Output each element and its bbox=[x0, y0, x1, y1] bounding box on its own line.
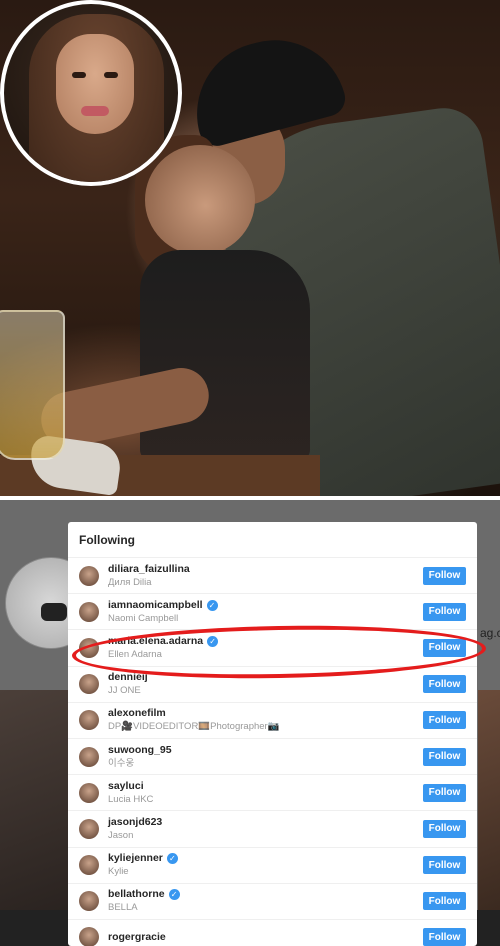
username-text[interactable]: bellathorne bbox=[108, 888, 165, 901]
username-link[interactable]: iamnaomicampbell ✓ bbox=[108, 599, 218, 612]
user-avatar[interactable] bbox=[79, 674, 99, 695]
couple-photo bbox=[0, 0, 500, 496]
follow-button[interactable]: Follow bbox=[423, 819, 466, 838]
verified-badge-icon: ✓ bbox=[166, 853, 178, 865]
user-avatar[interactable] bbox=[79, 891, 99, 912]
follow-button[interactable]: Follow bbox=[423, 892, 466, 911]
user-meta: iamnaomicampbell ✓ Naomi Campbell bbox=[108, 599, 218, 625]
inset-eye-left bbox=[72, 72, 86, 78]
background-partial-text: ag.com bbox=[480, 626, 500, 640]
user-meta: sayluci Lucia HKC bbox=[108, 780, 153, 806]
woman-body bbox=[140, 250, 310, 460]
inset-lips bbox=[81, 106, 109, 116]
user-meta: maria.elena.adarna ✓ Ellen Adarna bbox=[108, 635, 219, 661]
user-avatar[interactable] bbox=[79, 782, 99, 803]
username-text[interactable]: jasonjd623 bbox=[108, 816, 162, 829]
username-link[interactable]: rogergracie bbox=[108, 931, 166, 944]
user-avatar[interactable] bbox=[79, 927, 99, 946]
full-name: Naomi Campbell bbox=[108, 612, 179, 624]
full-name: DP🎥VIDEOEDITOR🎞️Photographer📷 bbox=[108, 721, 280, 733]
username-link[interactable]: alexonefilm bbox=[108, 707, 280, 720]
user-row-maria.elena.adarna[interactable]: maria.elena.adarna ✓ Ellen Adarna Follow bbox=[68, 630, 477, 667]
user-avatar[interactable] bbox=[79, 601, 99, 622]
follow-button[interactable]: Follow bbox=[423, 856, 466, 875]
follow-button[interactable]: Follow bbox=[423, 602, 466, 621]
full-name: Lucia HKC bbox=[108, 793, 154, 805]
username-text[interactable]: iamnaomicampbell bbox=[108, 599, 203, 612]
full-name: Ellen Adarna bbox=[108, 648, 162, 660]
user-row-rogergracie[interactable]: rogergracie Follow bbox=[68, 920, 477, 946]
follow-button[interactable]: Follow bbox=[423, 747, 466, 766]
inset-eye-right bbox=[104, 72, 118, 78]
user-meta: kyliejenner ✓ Kylie bbox=[108, 852, 178, 878]
full-name: Kylie bbox=[108, 866, 129, 878]
follow-button[interactable]: Follow bbox=[423, 928, 466, 946]
full-name: Диля Dilia bbox=[108, 576, 152, 588]
user-row-diliara_faizullina[interactable]: diliara_faizullina Диля Dilia Follow bbox=[68, 558, 477, 595]
user-meta: bellathorne ✓ BELLA bbox=[108, 888, 180, 914]
background-post-right bbox=[478, 690, 500, 910]
username-link[interactable]: bellathorne ✓ bbox=[108, 888, 180, 901]
user-row-suwoong_95[interactable]: suwoong_95 이수웅 Follow bbox=[68, 739, 477, 776]
username-text[interactable]: alexonefilm bbox=[108, 707, 166, 720]
username-text[interactable]: sayluci bbox=[108, 780, 144, 793]
username-link[interactable]: suwoong_95 bbox=[108, 744, 172, 757]
user-row-sayluci[interactable]: sayluci Lucia HKC Follow bbox=[68, 775, 477, 812]
user-row-bellathorne[interactable]: bellathorne ✓ BELLA Follow bbox=[68, 884, 477, 920]
wine-glass bbox=[0, 310, 65, 460]
user-row-iamnaomicampbell[interactable]: iamnaomicampbell ✓ Naomi Campbell Follow bbox=[68, 594, 477, 631]
portrait-inset bbox=[0, 0, 182, 186]
modal-title: Following bbox=[79, 532, 135, 547]
username-text[interactable]: diliara_faizullina bbox=[108, 563, 190, 576]
username-link[interactable]: diliara_faizullina bbox=[108, 563, 190, 576]
user-meta: jasonjd623 Jason bbox=[108, 816, 162, 842]
follow-button[interactable]: Follow bbox=[423, 638, 466, 657]
username-text[interactable]: rogergracie bbox=[108, 931, 166, 944]
username-link[interactable]: dennieij bbox=[108, 671, 148, 684]
instagram-screenshot: ag.com Following diliara_faizullinaДиля … bbox=[0, 500, 500, 946]
username-link[interactable]: sayluci bbox=[108, 780, 153, 793]
inset-face bbox=[56, 34, 134, 134]
user-avatar[interactable] bbox=[79, 746, 99, 767]
user-avatar[interactable] bbox=[79, 637, 99, 658]
username-text[interactable]: kyliejenner bbox=[108, 852, 163, 865]
user-meta: diliara_faizullina Диля Dilia bbox=[108, 563, 190, 589]
verified-badge-icon: ✓ bbox=[168, 889, 180, 901]
follow-button[interactable]: Follow bbox=[423, 783, 466, 802]
full-name: Jason bbox=[108, 829, 134, 841]
username-text[interactable]: suwoong_95 bbox=[108, 744, 172, 757]
full-name: JJ ONE bbox=[108, 685, 141, 697]
user-avatar[interactable] bbox=[79, 710, 99, 731]
user-avatar[interactable] bbox=[79, 565, 99, 586]
user-meta: dennieij JJ ONE bbox=[108, 671, 148, 697]
full-name: 이수웅 bbox=[108, 757, 135, 769]
user-meta: alexonefilm DP🎥VIDEOEDITOR🎞️Photographer📷 bbox=[108, 707, 280, 733]
user-row-alexonefilm[interactable]: alexonefilm DP🎥VIDEOEDITOR🎞️Photographer📷… bbox=[68, 703, 477, 739]
user-avatar[interactable] bbox=[79, 855, 99, 876]
user-row-kyliejenner[interactable]: kyliejenner ✓ Kylie Follow bbox=[68, 848, 477, 884]
username-link[interactable]: kyliejenner ✓ bbox=[108, 852, 178, 865]
user-meta: suwoong_95 이수웅 bbox=[108, 744, 172, 770]
following-modal: Following diliara_faizullina Диля Dilia Fo… bbox=[68, 522, 477, 946]
username-text[interactable]: maria.elena.adarna bbox=[108, 635, 203, 648]
follow-button[interactable]: Follow bbox=[423, 711, 466, 730]
verified-badge-icon: ✓ bbox=[206, 599, 218, 611]
username-text[interactable]: dennieij bbox=[108, 671, 148, 684]
user-avatar[interactable] bbox=[79, 818, 99, 839]
full-name: BELLA bbox=[108, 902, 138, 914]
user-row-jasonjd623[interactable]: jasonjd623 Jason Follow bbox=[68, 811, 477, 848]
following-list[interactable]: diliara_faizullina Диля Dilia Follow iamnao… bbox=[68, 558, 477, 946]
user-meta: rogergracie bbox=[108, 931, 166, 944]
background-post-left bbox=[0, 690, 68, 910]
verified-badge-icon: ✓ bbox=[207, 635, 219, 647]
follow-button[interactable]: Follow bbox=[423, 566, 466, 585]
face-mask-drawing bbox=[41, 603, 67, 621]
modal-header: Following bbox=[68, 522, 477, 558]
username-link[interactable]: maria.elena.adarna ✓ bbox=[108, 635, 219, 648]
user-row-dennieij[interactable]: dennieij JJ ONE Follow bbox=[68, 667, 477, 703]
username-link[interactable]: jasonjd623 bbox=[108, 816, 162, 829]
follow-button[interactable]: Follow bbox=[423, 675, 466, 694]
